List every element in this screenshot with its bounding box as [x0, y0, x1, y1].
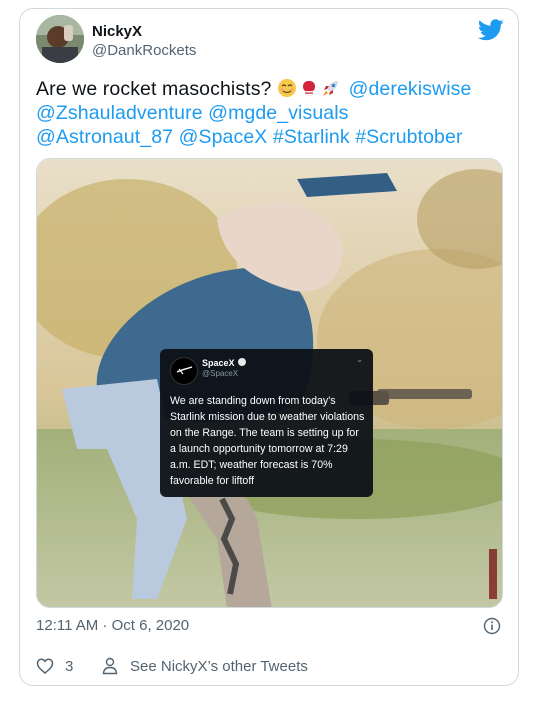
author-display-name[interactable]: NickyX: [92, 23, 142, 40]
mentions-line-2[interactable]: @Zshauladventure @mgde_visuals: [36, 102, 349, 124]
tweet-card[interactable]: NickyX @DankRockets Are we rocket masoch…: [19, 8, 519, 686]
embedded-author-name: SpaceX: [202, 358, 246, 368]
mentions-line-3[interactable]: @Astronaut_87 @SpaceX #Starlink #Scrubto…: [36, 126, 463, 148]
tweet-timestamp[interactable]: 12:11 AM · Oct 6, 2020: [36, 617, 189, 634]
tweet-text-lead: Are we rocket masochists?: [36, 78, 278, 100]
twitter-bird-icon[interactable]: [478, 19, 504, 41]
author-avatar[interactable]: [36, 15, 84, 63]
info-icon[interactable]: [483, 617, 501, 635]
tweet-video[interactable]: SpaceX @SpaceX ⌄ We are standing down fr…: [36, 158, 503, 608]
rocket-emoji: [323, 81, 339, 96]
heart-icon[interactable]: [36, 657, 54, 675]
see-other-tweets-link[interactable]: See NickyX’s other Tweets: [130, 658, 308, 675]
embedded-author-handle: @SpaceX: [202, 369, 239, 378]
like-count[interactable]: 3: [65, 658, 73, 675]
verified-badge-icon: [237, 358, 246, 366]
relieved-face-emoji: [278, 79, 297, 97]
boxing-glove-emoji: [303, 81, 316, 96]
embedded-tweet-text: We are standing down from today's Starli…: [170, 395, 365, 487]
tweet-actions: 3 See NickyX’s other Tweets: [36, 657, 496, 677]
author-handle[interactable]: @DankRockets: [92, 42, 196, 59]
person-icon[interactable]: [102, 657, 118, 675]
embedded-spacex-tweet: SpaceX @SpaceX ⌄ We are standing down fr…: [160, 349, 373, 497]
chevron-down-icon: ⌄: [356, 355, 363, 364]
spacex-avatar: [170, 357, 198, 385]
tweet-body: Are we rocket masochists? @derekiswise @…: [36, 77, 506, 149]
embedded-author-name-text: SpaceX: [202, 358, 235, 368]
mention-derekiswise[interactable]: @derekiswise: [349, 78, 472, 100]
